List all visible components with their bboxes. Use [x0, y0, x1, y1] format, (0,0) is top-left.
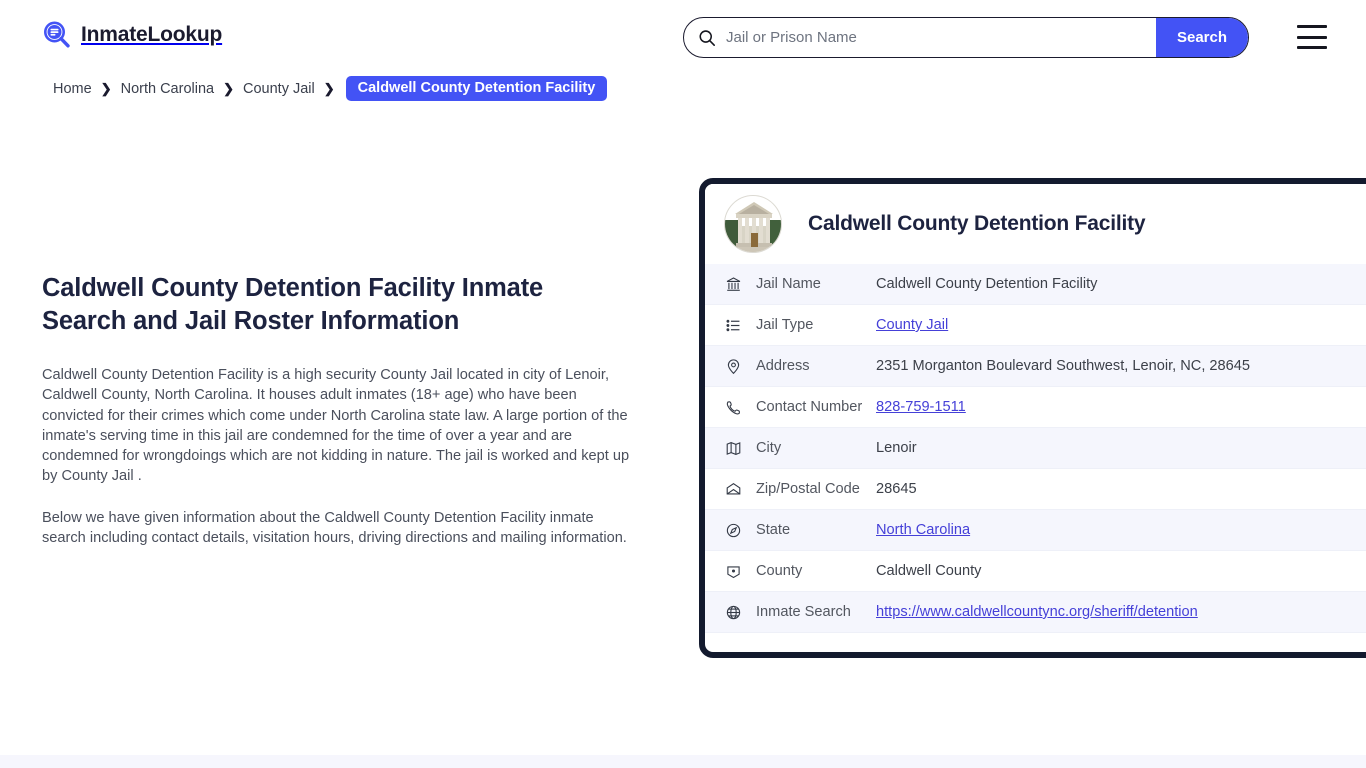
row-value: 2351 Morganton Boulevard Southwest, Leno…	[876, 358, 1250, 374]
breadcrumb-item-3[interactable]: County Jail	[243, 81, 315, 97]
main-content: Caldwell County Detention Facility Inmat…	[42, 272, 634, 570]
table-row: StateNorth Carolina	[705, 510, 1366, 551]
row-label: Inmate Search	[756, 604, 876, 620]
row-label: Contact Number	[756, 399, 876, 415]
list-icon	[724, 316, 742, 334]
row-label: Jail Name	[756, 276, 876, 292]
courthouse-photo	[724, 195, 782, 253]
row-value: Lenoir	[876, 440, 917, 456]
row-label: County	[756, 563, 876, 579]
row-value: Caldwell County	[876, 563, 981, 579]
breadcrumb-item-2[interactable]: North Carolina	[121, 81, 215, 97]
map-badge-icon	[724, 562, 742, 580]
search-icon	[698, 29, 716, 47]
row-value[interactable]: 828-759-1511	[876, 399, 966, 415]
magnifier-logo-icon	[42, 20, 72, 50]
breadcrumb-item-1[interactable]: Home	[53, 81, 92, 97]
table-row: CityLenoir	[705, 428, 1366, 469]
site-logo[interactable]: InmateLookup	[42, 20, 222, 50]
secondary-paragraph: Below we have given information about th…	[42, 508, 634, 548]
table-row: Contact Number828-759-1511	[705, 387, 1366, 428]
bank-icon	[724, 275, 742, 293]
facility-detail-table: Jail NameCaldwell County Detention Facil…	[705, 264, 1366, 633]
breadcrumb-separator-icon: ❯	[324, 81, 335, 97]
row-label: Address	[756, 358, 876, 374]
hamburger-menu-icon[interactable]	[1297, 25, 1327, 49]
row-value[interactable]: North Carolina	[876, 522, 970, 538]
search-input[interactable]	[716, 28, 1156, 47]
compass-icon	[724, 521, 742, 539]
globe-icon	[724, 603, 742, 621]
page-title: Caldwell County Detention Facility Inmat…	[42, 272, 634, 337]
page-root: InmateLookup Search Home ❯ North Carolina ❯…	[0, 0, 1366, 768]
breadcrumb-item-4: Caldwell County Detention Facility	[346, 76, 608, 101]
logo-text: InmateLookup	[81, 23, 222, 47]
row-label: State	[756, 522, 876, 538]
facility-info-card: Caldwell County Detention Facility Jail …	[699, 178, 1366, 658]
breadcrumb-separator-icon: ❯	[101, 81, 112, 97]
site-header: InmateLookup Search	[0, 0, 1366, 73]
menu-line	[1297, 25, 1327, 28]
card-title: Caldwell County Detention Facility	[808, 212, 1145, 236]
row-label: City	[756, 440, 876, 456]
table-row: Jail TypeCounty Jail	[705, 305, 1366, 346]
intro-paragraph: Caldwell County Detention Facility is a …	[42, 365, 634, 486]
row-value: 28645	[876, 481, 917, 497]
map-pin-icon	[724, 357, 742, 375]
search-bar[interactable]: Search	[683, 17, 1249, 58]
search-button[interactable]: Search	[1156, 17, 1248, 58]
row-value: Caldwell County Detention Facility	[876, 276, 1097, 292]
breadcrumb: Home ❯ North Carolina ❯ County Jail ❯ Caldwell…	[53, 76, 607, 101]
card-header: Caldwell County Detention Facility	[705, 184, 1366, 264]
table-row: Zip/Postal Code28645	[705, 469, 1366, 510]
table-row: Inmate Searchhttps://www.caldwellcountyn…	[705, 592, 1366, 633]
table-row: Address2351 Morganton Boulevard Southwes…	[705, 346, 1366, 387]
footer-band	[0, 755, 1366, 768]
menu-line	[1297, 36, 1327, 39]
envelope-icon	[724, 480, 742, 498]
phone-icon	[724, 398, 742, 416]
table-row: Jail NameCaldwell County Detention Facil…	[705, 264, 1366, 305]
row-value[interactable]: County Jail	[876, 317, 948, 333]
row-label: Zip/Postal Code	[756, 481, 876, 497]
row-value[interactable]: https://www.caldwellcountync.org/sheriff…	[876, 604, 1198, 620]
menu-line	[1297, 46, 1327, 49]
table-row: CountyCaldwell County	[705, 551, 1366, 592]
breadcrumb-separator-icon: ❯	[223, 81, 234, 97]
row-label: Jail Type	[756, 317, 876, 333]
map-icon	[724, 439, 742, 457]
